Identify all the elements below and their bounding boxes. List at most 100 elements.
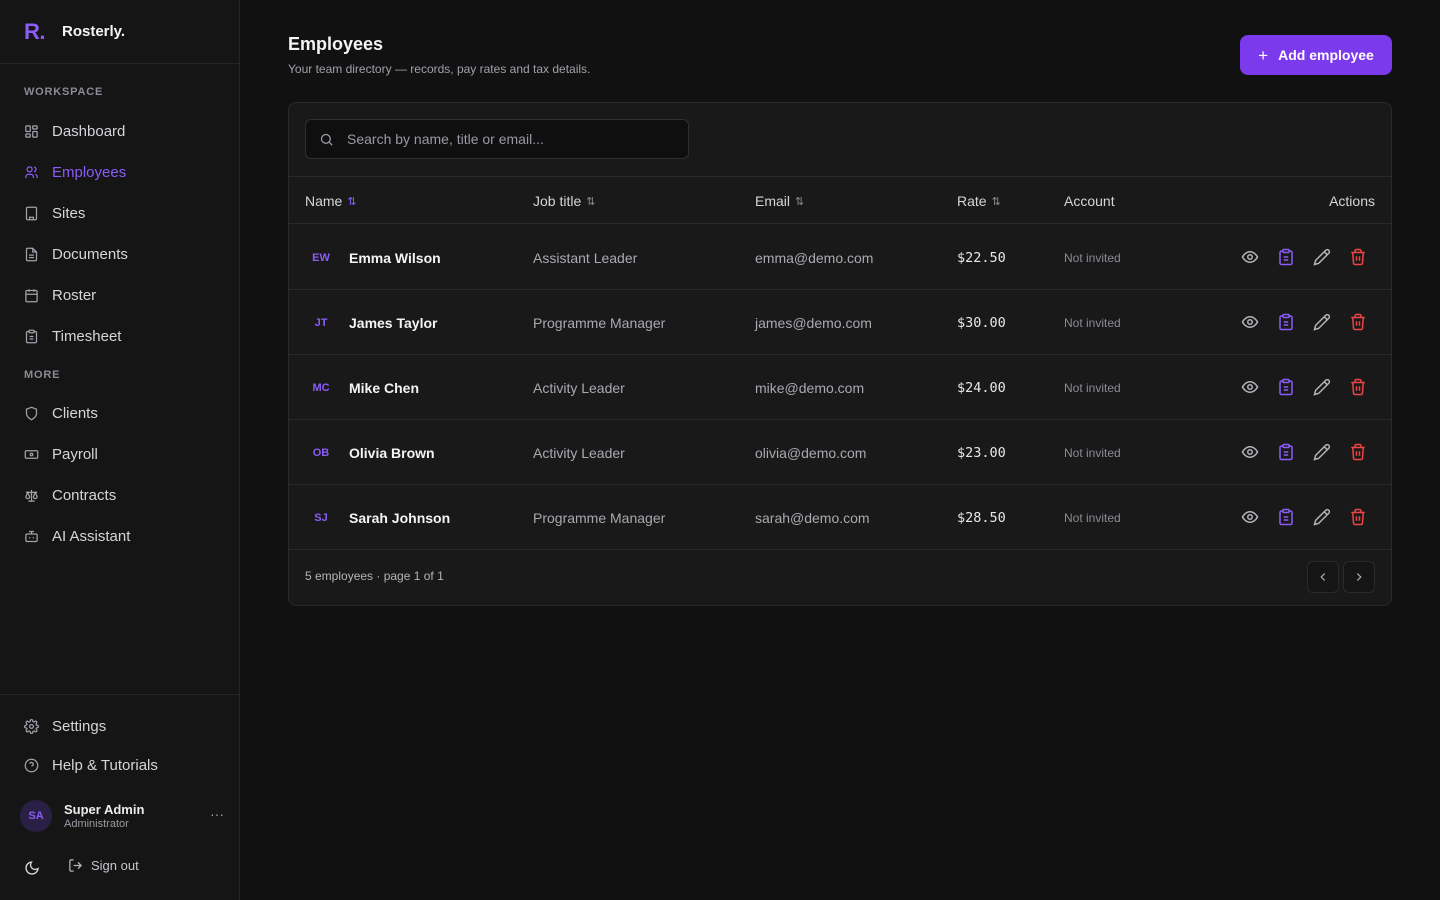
sidebar-item-dashboard[interactable]: Dashboard bbox=[24, 117, 223, 145]
employee-rate: $30.00 bbox=[957, 314, 1006, 331]
sidebar-item-ai-assistant[interactable]: AI Assistant bbox=[24, 522, 223, 550]
sidebar-item-label: Timesheet bbox=[52, 327, 122, 345]
sidebar-item-sites[interactable]: Sites bbox=[24, 199, 223, 227]
employee-initials: EW bbox=[312, 251, 330, 264]
account-status: Not invited bbox=[1064, 380, 1121, 395]
sidebar-item-label: Contracts bbox=[52, 486, 117, 504]
sidebar-item-roster[interactable]: Roster bbox=[24, 281, 223, 309]
section-label-more: MORE bbox=[24, 369, 61, 381]
sidebar-item-employees[interactable]: Employees bbox=[24, 158, 223, 186]
employee-initials: JT bbox=[314, 316, 328, 329]
employee-name: Mike Chen bbox=[349, 379, 420, 396]
shield-icon bbox=[24, 406, 39, 421]
eye-icon[interactable] bbox=[1241, 378, 1259, 396]
sidebar-divider bbox=[0, 694, 239, 695]
pencil-icon[interactable] bbox=[1313, 248, 1331, 266]
add-employee-button[interactable]: + Add employee bbox=[1240, 35, 1392, 75]
employee-job-title: Activity Leader bbox=[533, 379, 625, 396]
pagination-summary: 5 employees · page 1 of 1 bbox=[305, 569, 444, 583]
column-header-job-title[interactable]: Job title ⇅ bbox=[533, 177, 595, 225]
clipboard-icon[interactable] bbox=[1277, 248, 1295, 266]
sidebar-item-label: Roster bbox=[52, 286, 97, 304]
trash-icon[interactable] bbox=[1349, 378, 1367, 396]
sidebar-item-documents[interactable]: Documents bbox=[24, 240, 223, 268]
scale-icon bbox=[24, 488, 39, 503]
employee-rate: $28.50 bbox=[957, 509, 1006, 526]
employee-job-title: Programme Manager bbox=[533, 314, 666, 331]
sidebar-item-payroll[interactable]: Payroll bbox=[24, 440, 223, 468]
account-status: Not invited bbox=[1064, 445, 1121, 460]
previous-page-button[interactable] bbox=[1307, 561, 1339, 593]
sidebar-item-label: Clients bbox=[52, 404, 98, 422]
employee-name: Emma Wilson bbox=[349, 249, 441, 266]
building-icon bbox=[24, 206, 39, 221]
column-header-rate[interactable]: Rate ⇅ bbox=[957, 177, 1001, 225]
chevron-right-icon bbox=[1352, 570, 1366, 584]
table-row[interactable]: SJ Sarah Johnson Programme Manager sarah… bbox=[289, 485, 1391, 550]
clipboard-icon[interactable] bbox=[1277, 508, 1295, 526]
trash-icon[interactable] bbox=[1349, 443, 1367, 461]
employee-email: mike@demo.com bbox=[755, 379, 865, 396]
column-header-name[interactable]: Name ⇅ bbox=[305, 177, 357, 225]
table-row[interactable]: JT James Taylor Programme Manager james@… bbox=[289, 290, 1391, 355]
clipboard-icon[interactable] bbox=[1277, 378, 1295, 396]
clipboard-icon[interactable] bbox=[1277, 443, 1295, 461]
sidebar: R. Rosterly. WORKSPACE Dashboard Employe… bbox=[0, 0, 240, 900]
sidebar-item-label: Sites bbox=[52, 204, 86, 222]
log-out-icon bbox=[68, 858, 83, 873]
sidebar-item-timesheet[interactable]: Timesheet bbox=[24, 322, 223, 350]
column-label: Job title bbox=[533, 193, 582, 209]
account-status: Not invited bbox=[1064, 250, 1121, 265]
brand[interactable]: R. Rosterly. bbox=[0, 0, 239, 64]
sidebar-item-clients[interactable]: Clients bbox=[24, 399, 223, 427]
employees-table-card: Name ⇅ Job title ⇅ Email ⇅ Rate ⇅ Accoun… bbox=[288, 102, 1392, 606]
sign-out-button[interactable]: Sign out bbox=[68, 858, 139, 873]
table-row[interactable]: EW Emma Wilson Assistant Leader emma@dem… bbox=[289, 225, 1391, 290]
sidebar-item-help[interactable]: Help & Tutorials bbox=[24, 751, 223, 779]
eye-icon[interactable] bbox=[1241, 508, 1259, 526]
column-header-email[interactable]: Email ⇅ bbox=[755, 177, 804, 225]
table-row[interactable]: OB Olivia Brown Activity Leader olivia@d… bbox=[289, 420, 1391, 485]
search-box[interactable] bbox=[305, 119, 689, 159]
search-input[interactable] bbox=[347, 131, 667, 147]
pencil-icon[interactable] bbox=[1313, 443, 1331, 461]
sidebar-item-contracts[interactable]: Contracts bbox=[24, 481, 223, 509]
grid-icon bbox=[24, 124, 39, 139]
user-profile[interactable]: SA Super Admin Administrator ··· bbox=[20, 800, 224, 832]
eye-icon[interactable] bbox=[1241, 313, 1259, 331]
sidebar-item-label: Help & Tutorials bbox=[52, 756, 158, 774]
help-circle-icon bbox=[24, 758, 39, 773]
pencil-icon[interactable] bbox=[1313, 378, 1331, 396]
employee-initials: MC bbox=[312, 381, 330, 394]
calendar-icon bbox=[24, 288, 39, 303]
trash-icon[interactable] bbox=[1349, 508, 1367, 526]
employee-name: Olivia Brown bbox=[349, 444, 435, 461]
employee-name: James Taylor bbox=[349, 314, 438, 331]
account-status: Not invited bbox=[1064, 510, 1121, 525]
sidebar-item-label: AI Assistant bbox=[52, 527, 131, 545]
pencil-icon[interactable] bbox=[1313, 508, 1331, 526]
table-row[interactable]: MC Mike Chen Activity Leader mike@demo.c… bbox=[289, 355, 1391, 420]
gear-icon bbox=[24, 718, 39, 734]
employee-name: Sarah Johnson bbox=[349, 509, 451, 526]
clipboard-icon[interactable] bbox=[1277, 313, 1295, 331]
trash-icon[interactable] bbox=[1349, 248, 1367, 266]
next-page-button[interactable] bbox=[1343, 561, 1375, 593]
add-employee-label: Add employee bbox=[1278, 47, 1374, 63]
account-status: Not invited bbox=[1064, 315, 1121, 330]
eye-icon[interactable] bbox=[1241, 248, 1259, 266]
pencil-icon[interactable] bbox=[1313, 313, 1331, 331]
employee-email: olivia@demo.com bbox=[755, 444, 867, 461]
more-options-icon[interactable]: ··· bbox=[210, 806, 224, 822]
trash-icon[interactable] bbox=[1349, 313, 1367, 331]
sidebar-item-label: Settings bbox=[52, 717, 107, 735]
sidebar-item-label: Employees bbox=[52, 163, 127, 181]
brand-logo: R. bbox=[24, 18, 46, 44]
brand-name: Rosterly. bbox=[62, 23, 126, 40]
sort-icon: ⇅ bbox=[586, 195, 596, 208]
sidebar-item-settings[interactable]: Settings bbox=[24, 712, 223, 740]
clipboard-icon bbox=[24, 329, 39, 344]
moon-icon[interactable] bbox=[24, 860, 40, 876]
eye-icon[interactable] bbox=[1241, 443, 1259, 461]
sidebar-item-label: Payroll bbox=[52, 445, 98, 463]
